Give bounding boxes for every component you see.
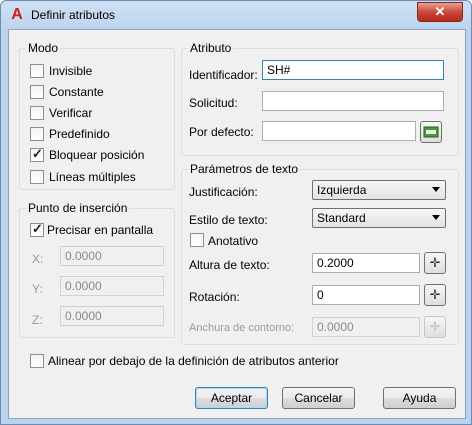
altura-texto-label: Altura de texto: — [189, 258, 270, 272]
y-field[interactable]: 0.0000 — [60, 276, 164, 296]
alinear-label[interactable]: Alinear por debajo de la definición de a… — [48, 354, 339, 368]
crosshair-icon: ✛ — [429, 319, 441, 334]
constante-checkbox[interactable] — [30, 85, 44, 99]
predefinido-checkbox[interactable] — [30, 127, 44, 141]
x-field[interactable]: 0.0000 — [60, 246, 164, 266]
altura-texto-input[interactable]: 0.2000 — [312, 253, 420, 273]
precisar-pantalla-label[interactable]: Precisar en pantalla — [47, 223, 153, 237]
x-label: X: — [32, 252, 44, 266]
identificador-label: Identificador: — [189, 68, 258, 82]
constante-label[interactable]: Constante — [49, 85, 104, 99]
rotacion-pick-button[interactable]: ✛ — [424, 284, 446, 306]
crosshair-icon: ✛ — [429, 255, 441, 270]
crosshair-icon: ✛ — [429, 287, 441, 302]
texto-group-title: Parámetros de texto — [188, 162, 301, 176]
insert-field-icon — [423, 126, 439, 138]
z-field[interactable]: 0.0000 — [60, 306, 164, 326]
lineas-multiples-checkbox[interactable] — [30, 170, 44, 184]
estilo-texto-select[interactable]: Standard — [312, 208, 446, 228]
bloquear-posicion-checkbox[interactable] — [30, 146, 44, 162]
identificador-input[interactable]: SH# — [262, 60, 444, 80]
invisible-label[interactable]: Invisible — [49, 64, 92, 78]
solicitud-input[interactable] — [262, 91, 444, 111]
altura-pick-button[interactable]: ✛ — [424, 252, 446, 274]
ayuda-button[interactable]: Ayuda — [383, 387, 456, 409]
rotacion-label: Rotación: — [189, 290, 240, 304]
modo-group-title: Modo — [26, 41, 61, 55]
anchura-pick-button[interactable]: ✛ — [424, 316, 446, 338]
estilo-texto-value: Standard — [317, 211, 366, 225]
window-title: Definir atributos — [31, 8, 116, 22]
anchura-contorno-label: Anchura de contorno: — [189, 322, 295, 334]
verificar-checkbox[interactable] — [30, 106, 44, 120]
y-label: Y: — [32, 282, 43, 296]
atributo-group-title: Atributo — [188, 41, 234, 55]
anotativo-label[interactable]: Anotativo — [208, 234, 258, 248]
precisar-pantalla-checkbox[interactable] — [30, 221, 44, 237]
verificar-label[interactable]: Verificar — [49, 106, 92, 120]
chevron-down-icon — [432, 187, 440, 192]
cancelar-button[interactable]: Cancelar — [282, 387, 355, 409]
predefinido-label[interactable]: Predefinido — [49, 127, 110, 141]
z-label: Z: — [32, 313, 43, 327]
justificacion-select[interactable]: Izquierda — [312, 180, 446, 200]
anchura-contorno-input[interactable]: 0.0000 — [312, 317, 420, 337]
close-icon: ✕ — [434, 4, 446, 19]
title-bar[interactable]: A Definir atributos ✕ — [1, 1, 471, 29]
aceptar-button[interactable]: Aceptar — [195, 387, 268, 409]
alinear-checkbox[interactable] — [30, 354, 44, 368]
bloquear-posicion-label[interactable]: Bloquear posición — [49, 148, 144, 162]
lineas-multiples-label[interactable]: Líneas múltiples — [49, 170, 136, 184]
dialog-window: A Definir atributos ✕ Modo Invisible Con… — [0, 0, 472, 425]
autocad-app-icon: A — [11, 6, 23, 23]
invisible-checkbox[interactable] — [30, 64, 44, 78]
close-button[interactable]: ✕ — [417, 2, 463, 22]
insert-field-button[interactable] — [420, 121, 442, 143]
justificacion-value: Izquierda — [317, 183, 367, 197]
dialog-client-area: Modo Invisible Constante Verificar Prede… — [8, 29, 466, 419]
anotativo-checkbox[interactable] — [190, 233, 204, 247]
justificacion-label: Justificación: — [189, 185, 258, 199]
por-defecto-label: Por defecto: — [189, 125, 254, 139]
por-defecto-input[interactable] — [262, 121, 416, 141]
estilo-texto-label: Estilo de texto: — [189, 213, 268, 227]
insercion-group-title: Punto de inserción — [26, 201, 130, 215]
rotacion-input[interactable]: 0 — [312, 285, 420, 305]
chevron-down-icon — [432, 215, 440, 220]
solicitud-label: Solicitud: — [189, 96, 238, 110]
